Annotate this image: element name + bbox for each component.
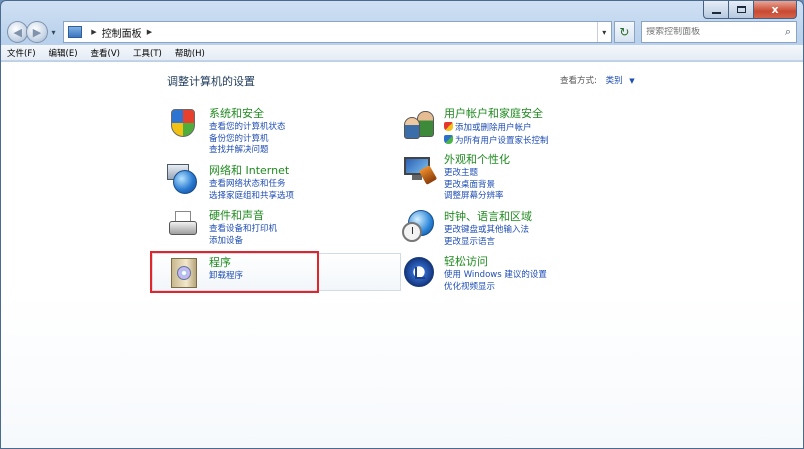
printer-icon[interactable] [167,209,201,243]
link-uninstall-program[interactable]: 卸载程序 [209,271,243,283]
chevron-down-icon[interactable]: ▼ [629,77,634,85]
shield-icon[interactable] [167,107,201,141]
category-heading[interactable]: 系统和安全 [209,107,286,120]
category-ease-of-access: 轻松访问 使用 Windows 建议的设置 优化视频显示 [402,255,547,293]
link-backup-computer[interactable]: 备份您的计算机 [209,134,286,146]
menu-tools[interactable]: 工具(T) [133,47,162,59]
view-by-dropdown[interactable]: 类别 [606,76,623,86]
search-box[interactable]: ⌕ [641,21,798,43]
view-by: 查看方式: 类别 ▼ [560,74,635,86]
link-change-input-method[interactable]: 更改键盘或其他输入法 [444,225,532,237]
link-change-display-language[interactable]: 更改显示语言 [444,237,532,249]
programs-box-icon[interactable] [167,256,201,290]
close-button[interactable]: x [754,1,797,19]
category-programs: 程序 卸载程序 [167,256,243,290]
link-text: 为所有用户设置家长控制 [455,135,549,146]
clock-globe-icon[interactable] [402,210,436,244]
category-heading[interactable]: 程序 [209,256,243,269]
category-heading[interactable]: 时钟、语言和区域 [444,210,532,223]
link-screen-resolution[interactable]: 调整屏幕分辨率 [444,191,510,203]
uac-shield-icon [444,134,453,144]
page-title: 调整计算机的设置 [167,75,255,88]
breadcrumb-control-panel[interactable]: 控制面板 [102,25,142,40]
search-input[interactable] [646,27,781,37]
address-dropdown-button[interactable]: ▾ [596,22,611,42]
link-change-theme[interactable]: 更改主题 [444,168,510,180]
control-panel-icon [68,26,83,38]
search-icon[interactable]: ⌕ [780,25,796,39]
link-text: 添加或删除用户帐户 [455,123,532,133]
chevron-down-icon: ▾ [51,27,56,37]
minimize-button[interactable] [703,1,729,19]
category-system-security: 系统和安全 查看您的计算机状态 备份您的计算机 查找并解决问题 [167,107,286,157]
ease-of-access-icon[interactable] [402,255,436,289]
navigation-bar: ◀ ▶ ▾ ▶ 控制面板 ▶ ▾ ↻ ⌕ [7,21,798,43]
link-parental-controls[interactable]: 为所有用户设置家长控制 [444,134,549,148]
menu-help[interactable]: 帮助(H) [175,47,205,59]
link-devices-printers[interactable]: 查看设备和打印机 [209,224,277,236]
link-add-device[interactable]: 添加设备 [209,236,277,248]
category-heading[interactable]: 外观和个性化 [444,153,510,166]
category-user-accounts: 用户帐户和家庭安全 添加或删除用户帐户 为所有用户设置家长控制 [402,107,549,147]
category-heading[interactable]: 用户帐户和家庭安全 [444,107,549,120]
address-bar[interactable]: ▶ 控制面板 ▶ ▾ [63,21,612,43]
view-by-label: 查看方式: [560,76,597,86]
maximize-button[interactable] [729,1,754,19]
forward-arrow-icon: ▶ [32,25,42,39]
menu-edit[interactable]: 编辑(E) [49,47,78,59]
chevron-down-icon: ▾ [602,27,607,37]
link-view-network-status[interactable]: 查看网络状态和任务 [209,179,294,191]
content-area: 调整计算机的设置 查看方式: 类别 ▼ 系统和安全 查看您的计算机状态 备份您的… [1,62,803,448]
minimize-icon [711,11,721,14]
close-icon: x [771,3,779,16]
link-add-remove-accounts[interactable]: 添加或删除用户帐户 [444,122,549,135]
back-button[interactable]: ◀ [7,21,29,43]
link-recommended-settings[interactable]: 使用 Windows 建议的设置 [444,270,547,282]
menu-view[interactable]: 查看(V) [91,47,120,59]
category-heading[interactable]: 硬件和声音 [209,209,277,222]
menu-bar: 文件(F) 编辑(E) 查看(V) 工具(T) 帮助(H) [1,45,803,61]
back-arrow-icon: ◀ [13,25,22,39]
link-homegroup-sharing[interactable]: 选择家庭组和共享选项 [209,191,294,203]
refresh-button[interactable]: ↻ [613,21,636,43]
category-hardware-sound: 硬件和声音 查看设备和打印机 添加设备 [167,209,277,247]
link-optimize-display[interactable]: 优化视频显示 [444,282,547,294]
refresh-icon: ↻ [619,25,630,39]
link-change-background[interactable]: 更改桌面背景 [444,180,510,192]
category-appearance: 外观和个性化 更改主题 更改桌面背景 调整屏幕分辨率 [402,153,510,203]
caption-buttons: x [703,1,797,19]
category-heading[interactable]: 网络和 Internet [209,164,294,177]
uac-shield-icon [444,122,453,131]
monitor-brush-icon[interactable] [402,153,438,187]
category-heading[interactable]: 轻松访问 [444,255,547,268]
control-panel-window: x ◀ ▶ ▾ ▶ 控制面板 ▶ ▾ ↻ ⌕ 文件( [0,0,804,449]
network-globe-icon[interactable] [167,164,201,198]
maximize-icon [736,6,746,13]
recent-pages-dropdown[interactable]: ▾ [48,28,60,37]
link-troubleshoot[interactable]: 查找并解决问题 [209,145,286,157]
category-network-internet: 网络和 Internet 查看网络状态和任务 选择家庭组和共享选项 [167,164,294,202]
forward-button[interactable]: ▶ [26,21,48,43]
breadcrumb-separator-icon[interactable]: ▶ [91,28,96,36]
users-icon[interactable] [402,107,436,141]
breadcrumb-separator-icon[interactable]: ▶ [147,28,152,36]
menu-file[interactable]: 文件(F) [7,47,36,59]
category-clock-language: 时钟、语言和区域 更改键盘或其他输入法 更改显示语言 [402,210,532,248]
link-view-computer-status[interactable]: 查看您的计算机状态 [209,122,286,134]
